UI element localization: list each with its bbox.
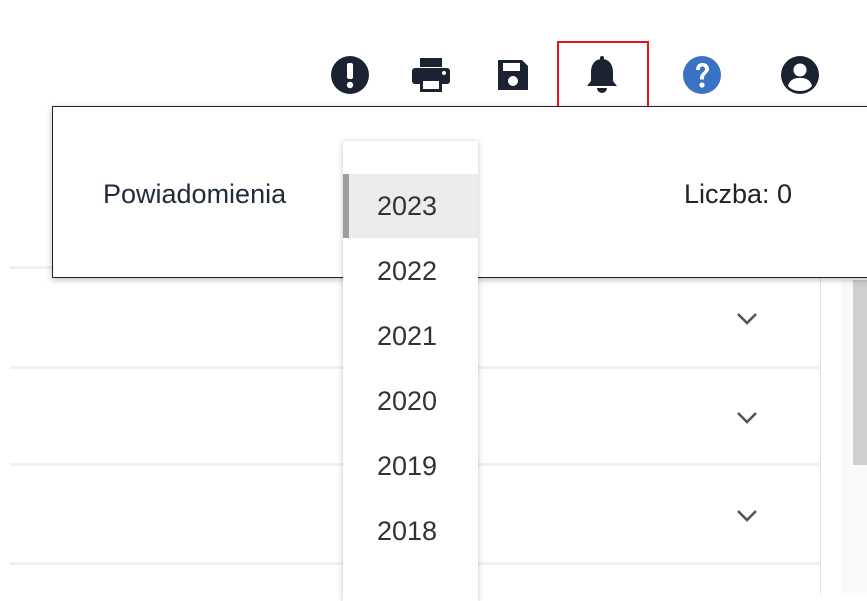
account-button[interactable]	[779, 54, 821, 96]
scrollbar-thumb[interactable]	[853, 280, 867, 465]
help-button[interactable]	[681, 54, 723, 96]
chevron-down-icon	[737, 313, 757, 325]
help-icon	[683, 56, 721, 94]
year-dropdown[interactable]: 2023 2022 2021 2020 2019 2018	[343, 141, 478, 601]
popup-title: Powiadomienia	[103, 179, 287, 209]
year-option[interactable]: 2018	[343, 499, 478, 563]
print-button[interactable]	[410, 54, 452, 96]
save-button[interactable]	[492, 54, 534, 96]
expand-row-button[interactable]	[733, 502, 761, 530]
alert-button[interactable]	[329, 54, 371, 96]
chevron-down-icon	[737, 510, 757, 522]
year-option[interactable]: 2023	[343, 174, 478, 238]
chevron-down-icon	[737, 412, 757, 424]
year-option[interactable]: 2020	[343, 369, 478, 433]
year-option[interactable]: 2019	[343, 434, 478, 498]
expand-row-button[interactable]	[733, 404, 761, 432]
printer-icon	[412, 58, 450, 92]
year-option[interactable]: 2022	[343, 239, 478, 303]
account-icon	[781, 56, 819, 94]
year-option[interactable]: 2021	[343, 304, 478, 368]
expand-row-button[interactable]	[733, 305, 761, 333]
exclamation-icon	[331, 56, 369, 94]
save-icon	[498, 60, 528, 90]
notification-count: Liczba: 0	[684, 179, 793, 209]
